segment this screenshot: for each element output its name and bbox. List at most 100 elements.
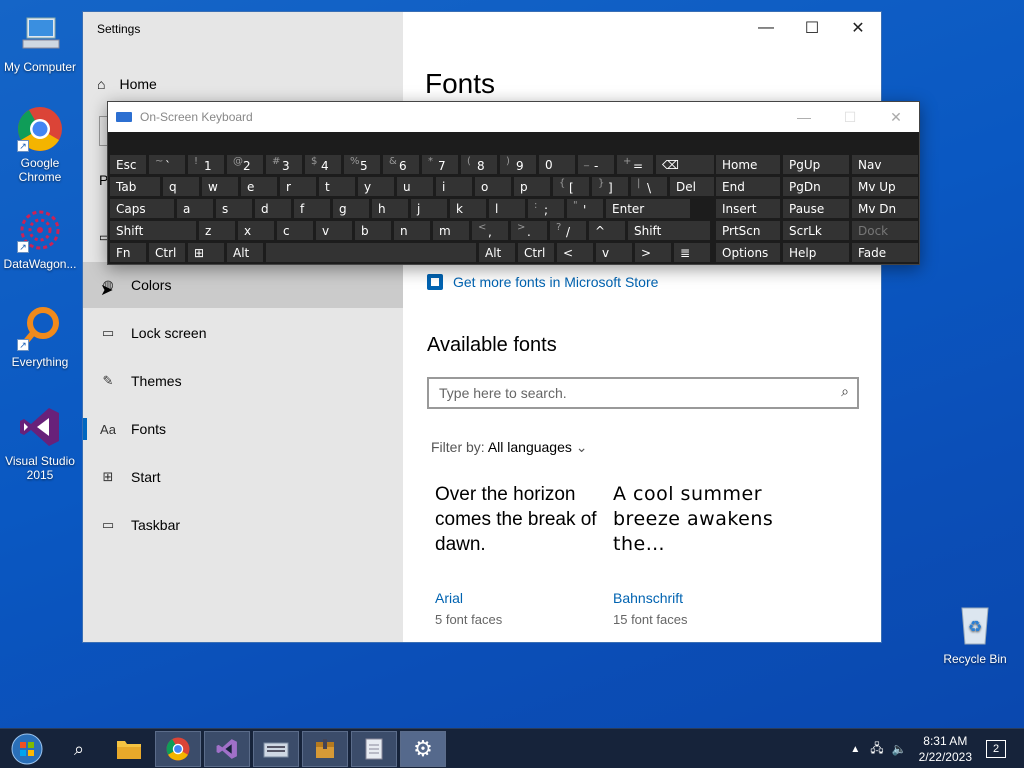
osk-nav-key[interactable]: Mv Dn — [851, 198, 919, 219]
osk-key[interactable]: s — [215, 198, 253, 219]
desktop-icon-visual-studio[interactable]: Visual Studio 2015 — [0, 404, 80, 482]
file-explorer-icon[interactable] — [106, 731, 152, 767]
nav-home[interactable]: ⌂ Home — [97, 76, 157, 92]
show-hidden-icons-chevron-icon[interactable]: ▲ — [850, 744, 860, 755]
osk-nav-key[interactable]: Home — [715, 154, 781, 175]
osk-nav-key[interactable]: Help — [782, 242, 850, 263]
store-link[interactable]: Get more fonts in Microsoft Store — [427, 274, 658, 290]
osk-key[interactable]: + = — [616, 154, 654, 175]
osk-key[interactable]: | \ — [630, 176, 668, 197]
osk-key[interactable]: n — [393, 220, 431, 241]
desktop-icon-everything[interactable]: ↗ Everything — [0, 305, 80, 369]
osk-key[interactable]: #3 — [265, 154, 303, 175]
osk-key[interactable]: Shift — [627, 220, 711, 241]
find-setting-box-partial[interactable] — [99, 116, 107, 146]
osk-key[interactable]: Enter — [605, 198, 691, 219]
on-screen-keyboard-icon[interactable] — [253, 731, 299, 767]
osk-key[interactable]: * 7 — [421, 154, 459, 175]
language-filter[interactable]: Filter by: All languages ⌄ — [431, 439, 588, 456]
osk-key[interactable]: z — [198, 220, 236, 241]
desktop-icon-recycle-bin[interactable]: ♻ Recycle Bin — [935, 602, 1015, 666]
osk-key[interactable]: u — [396, 176, 434, 197]
volume-icon[interactable]: 🔈 — [892, 742, 907, 756]
osk-key[interactable]: h — [371, 198, 409, 219]
osk-nav-key[interactable]: Insert — [715, 198, 781, 219]
clock[interactable]: 8:31 AM 2/22/2023 — [919, 733, 972, 765]
osk-key[interactable]: c — [276, 220, 314, 241]
osk-key[interactable]: & 6 — [382, 154, 420, 175]
nav-themes[interactable]: ✎ Themes — [83, 358, 403, 404]
osk-key[interactable]: :; — [527, 198, 565, 219]
osk-key[interactable]: g — [332, 198, 370, 219]
desktop-icon-chrome[interactable]: ↗ Google Chrome — [0, 106, 80, 184]
close-button[interactable]: ✕ — [873, 102, 919, 132]
start-button[interactable] — [4, 731, 50, 767]
osk-key[interactable]: m — [432, 220, 470, 241]
osk-key[interactable]: Tab — [109, 176, 161, 197]
notepad-icon[interactable] — [351, 731, 397, 767]
osk-key[interactable]: l — [488, 198, 526, 219]
minimize-button[interactable]: — — [781, 102, 827, 132]
osk-key[interactable]: q — [162, 176, 200, 197]
osk-nav-key[interactable]: Pause — [782, 198, 850, 219]
osk-key[interactable]: ⊞ — [187, 242, 225, 263]
osk-key[interactable]: > — [634, 242, 672, 263]
osk-key[interactable]: t — [318, 176, 356, 197]
osk-nav-key[interactable]: Nav — [851, 154, 919, 175]
chrome-icon[interactable] — [155, 731, 201, 767]
osk-key[interactable]: w — [201, 176, 239, 197]
nav-colors[interactable]: ◍ Colors — [83, 262, 403, 308]
osk-key[interactable]: _ - — [577, 154, 615, 175]
osk-key[interactable]: x — [237, 220, 275, 241]
archive-icon[interactable] — [302, 731, 348, 767]
osk-key[interactable]: ? / — [549, 220, 587, 241]
nav-taskbar[interactable]: ▭ Taskbar — [83, 502, 403, 548]
close-button[interactable]: ✕ — [835, 12, 881, 44]
osk-key[interactable]: (8 — [460, 154, 498, 175]
network-icon[interactable]: 🖧 — [870, 739, 883, 760]
osk-key[interactable]: Alt — [478, 242, 516, 263]
minimize-button[interactable]: — — [743, 12, 789, 44]
osk-nav-key[interactable]: PgUp — [782, 154, 850, 175]
osk-key[interactable]: < — [556, 242, 594, 263]
osk-nav-key[interactable]: PgDn — [782, 176, 850, 197]
settings-gear-icon[interactable]: ⚙ — [400, 731, 446, 767]
osk-key[interactable]: ⌫ — [655, 154, 715, 175]
visual-studio-icon[interactable] — [204, 731, 250, 767]
osk-key[interactable]: @2 — [226, 154, 264, 175]
osk-key[interactable]: ^ — [588, 220, 626, 241]
osk-key[interactable] — [265, 242, 477, 263]
osk-key[interactable]: y — [357, 176, 395, 197]
osk-key[interactable]: Alt — [226, 242, 264, 263]
osk-key[interactable]: a — [176, 198, 214, 219]
osk-key[interactable]: ~ ` — [148, 154, 186, 175]
osk-key[interactable]: }] — [591, 176, 629, 197]
osk-key[interactable]: Ctrl — [148, 242, 186, 263]
osk-key[interactable]: >. — [510, 220, 548, 241]
osk-key[interactable]: k — [449, 198, 487, 219]
osk-nav-key[interactable]: Mv Up — [851, 176, 919, 197]
maximize-button[interactable]: ☐ — [789, 12, 835, 44]
osk-key[interactable]: r — [279, 176, 317, 197]
osk-key[interactable]: v — [595, 242, 633, 263]
nav-lock-screen[interactable]: ▭ Lock screen — [83, 310, 403, 356]
osk-key[interactable]: " ' — [566, 198, 604, 219]
notification-center-icon[interactable]: 2 — [986, 740, 1006, 758]
osk-nav-key[interactable]: PrtScn — [715, 220, 781, 241]
osk-key[interactable]: p — [513, 176, 551, 197]
osk-key[interactable]: v — [315, 220, 353, 241]
osk-key[interactable]: Esc — [109, 154, 147, 175]
osk-key[interactable]: j — [410, 198, 448, 219]
font-card-bahnschrift[interactable]: A cool summer breeze awakens the… Bahnsc… — [613, 482, 778, 627]
osk-key[interactable]: Del — [669, 176, 715, 197]
osk-key[interactable]: % 5 — [343, 154, 381, 175]
osk-key[interactable]: <, — [471, 220, 509, 241]
osk-key[interactable]: Ctrl — [517, 242, 555, 263]
osk-key[interactable]: Fn — [109, 242, 147, 263]
desktop-icon-my-computer[interactable]: My Computer — [0, 10, 80, 74]
osk-key[interactable]: d — [254, 198, 292, 219]
osk-nav-key[interactable]: ScrLk — [782, 220, 850, 241]
osk-key[interactable]: ) 9 — [499, 154, 537, 175]
osk-key[interactable]: o — [474, 176, 512, 197]
osk-key[interactable]: ! 1 — [187, 154, 225, 175]
